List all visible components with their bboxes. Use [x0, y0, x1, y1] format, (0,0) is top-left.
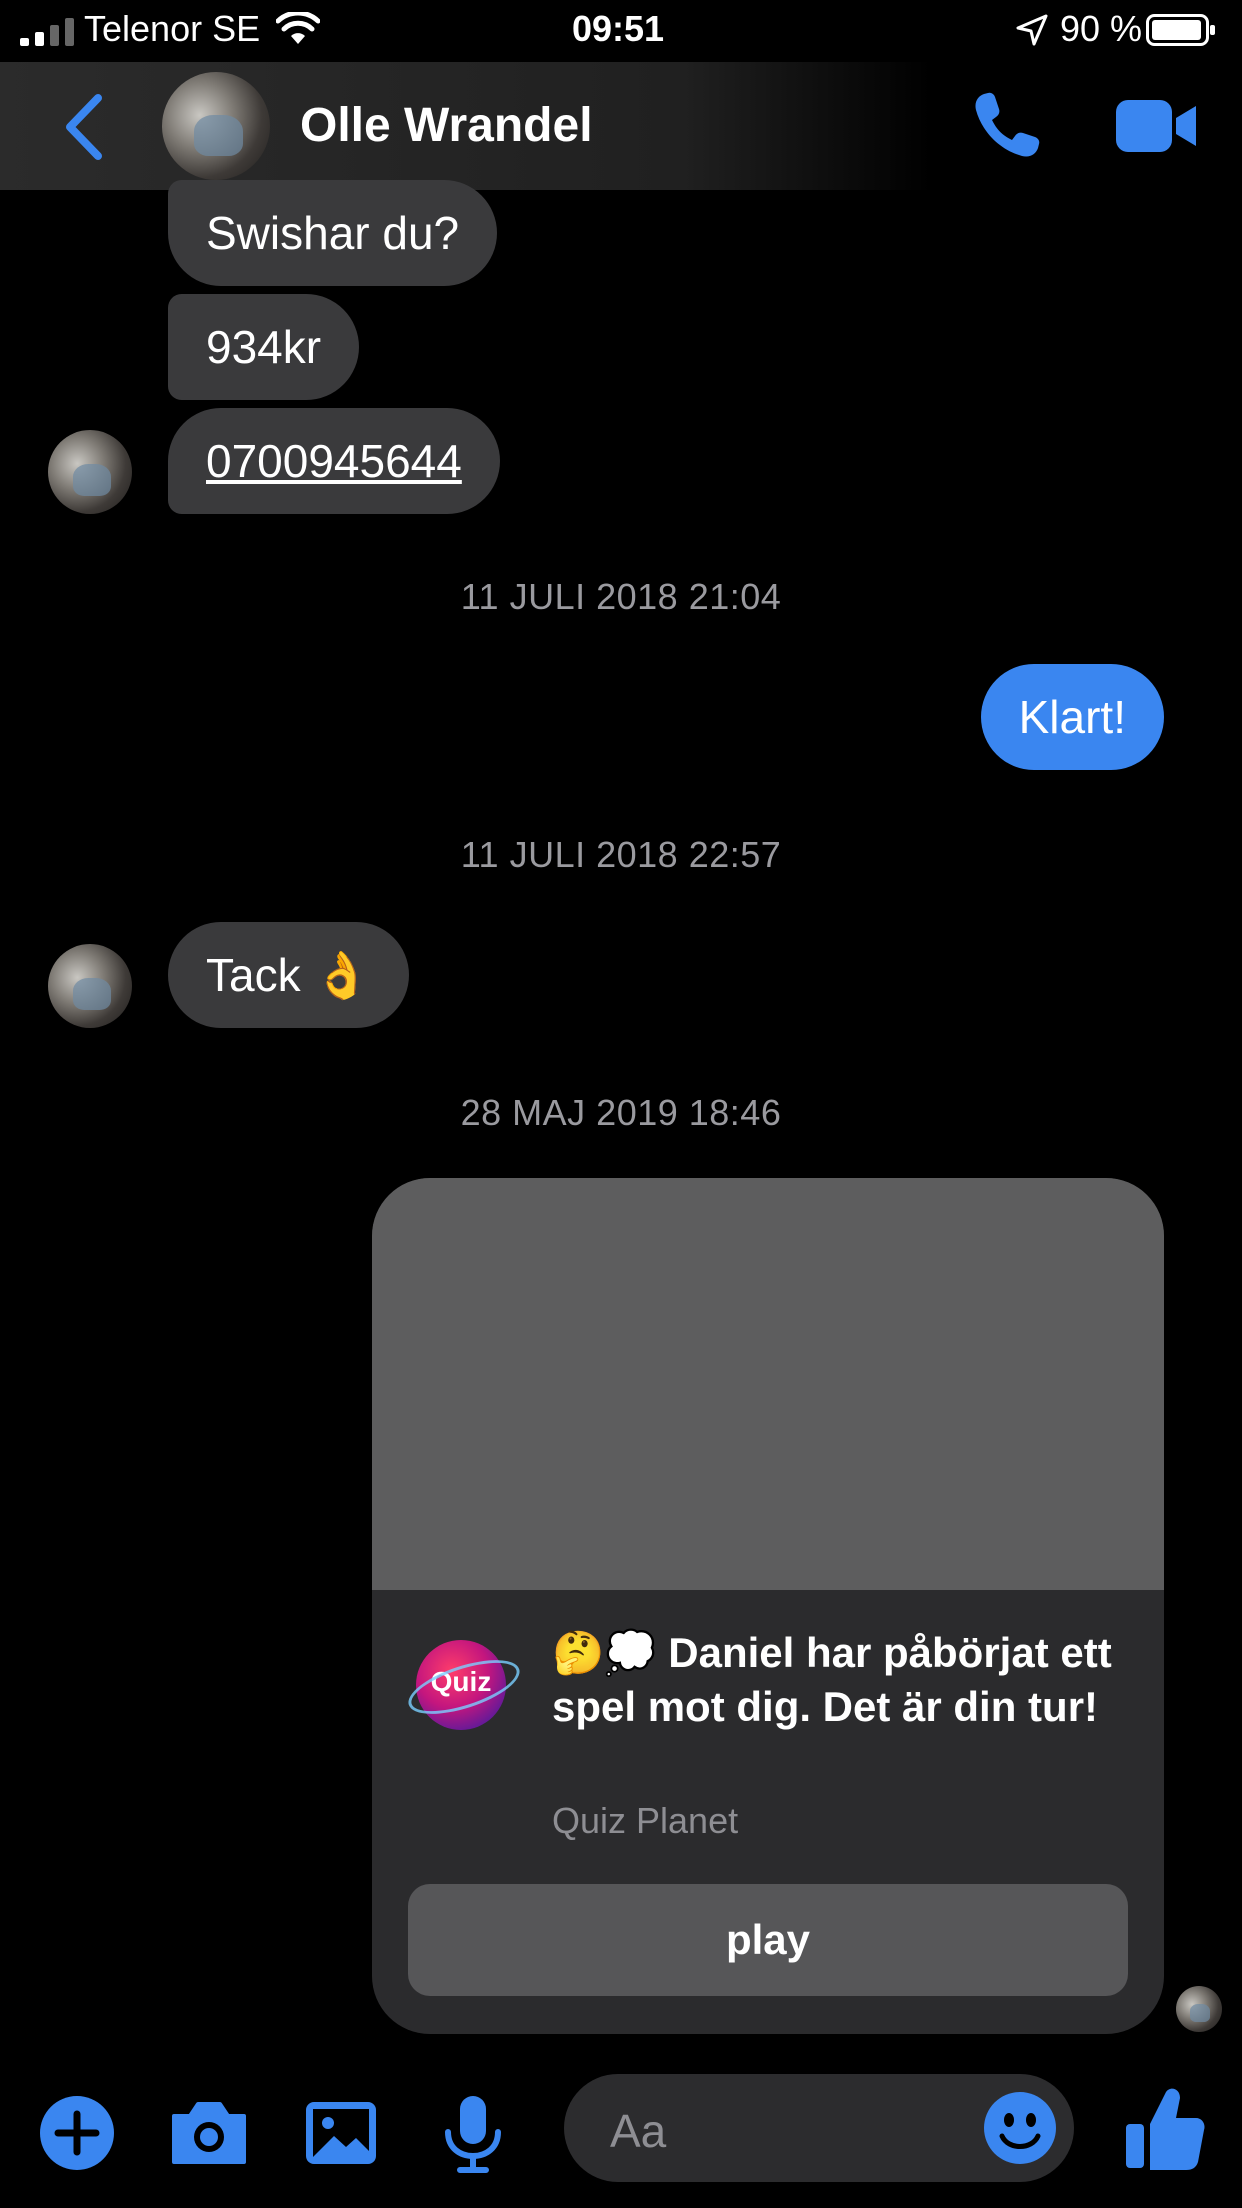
status-bar: Telenor SE 09:51 90 %: [0, 0, 1242, 62]
card-image: [372, 1178, 1164, 1590]
battery-percent: 90 %: [1060, 8, 1143, 49]
timestamp: 11 JULI 2018 22:57: [460, 834, 782, 875]
microphone-icon[interactable]: [430, 2090, 516, 2176]
clock: 09:51: [572, 8, 665, 49]
wifi-icon: [276, 12, 320, 44]
emoji-icon[interactable]: [982, 2090, 1058, 2166]
phone-icon[interactable]: [970, 88, 1044, 162]
incoming-message[interactable]: Tack 👌: [168, 922, 409, 1028]
message-input-placeholder: Aa: [610, 2105, 667, 2157]
incoming-message[interactable]: Swishar du?: [168, 180, 498, 286]
image-icon[interactable]: [298, 2090, 384, 2176]
battery-icon: [1146, 14, 1215, 46]
plus-icon[interactable]: [34, 2090, 120, 2176]
sender-avatar[interactable]: [48, 430, 132, 514]
carrier-label: Telenor SE: [84, 8, 261, 49]
phone-number-link[interactable]: 0700945644: [168, 408, 500, 514]
back-chevron-icon[interactable]: [62, 94, 106, 160]
timestamp: 11 JULI 2018 21:04: [460, 576, 782, 617]
timestamp: 28 MAJ 2019 18:46: [460, 1092, 782, 1133]
outgoing-message[interactable]: Klart!: [980, 664, 1164, 770]
conversation-header: Olle Wrandel: [0, 62, 1242, 190]
incoming-message[interactable]: 934kr: [168, 294, 360, 400]
composer-bar: Aa: [0, 2060, 1242, 2208]
camera-icon[interactable]: [166, 2090, 252, 2176]
signal-icon: [20, 18, 74, 46]
game-invite-card[interactable]: Quiz 🤔💭 Daniel har påbörjat ett spel mot…: [372, 1178, 1164, 2034]
read-receipt-avatar: [1176, 1986, 1222, 2032]
card-message: 🤔💭 Daniel har påbörjat ett spel mot dig.…: [552, 1629, 1112, 1730]
contact-name[interactable]: Olle Wrandel: [300, 98, 593, 153]
card-source: Quiz Planet: [552, 1800, 739, 1841]
sender-avatar[interactable]: [48, 944, 132, 1028]
play-button[interactable]: play: [408, 1884, 1128, 1996]
contact-avatar[interactable]: [162, 72, 270, 180]
message-input[interactable]: Aa: [564, 2074, 1074, 2182]
location-icon: [1016, 14, 1048, 46]
video-camera-icon[interactable]: [1114, 98, 1198, 154]
thumbs-up-icon[interactable]: [1124, 2084, 1206, 2174]
